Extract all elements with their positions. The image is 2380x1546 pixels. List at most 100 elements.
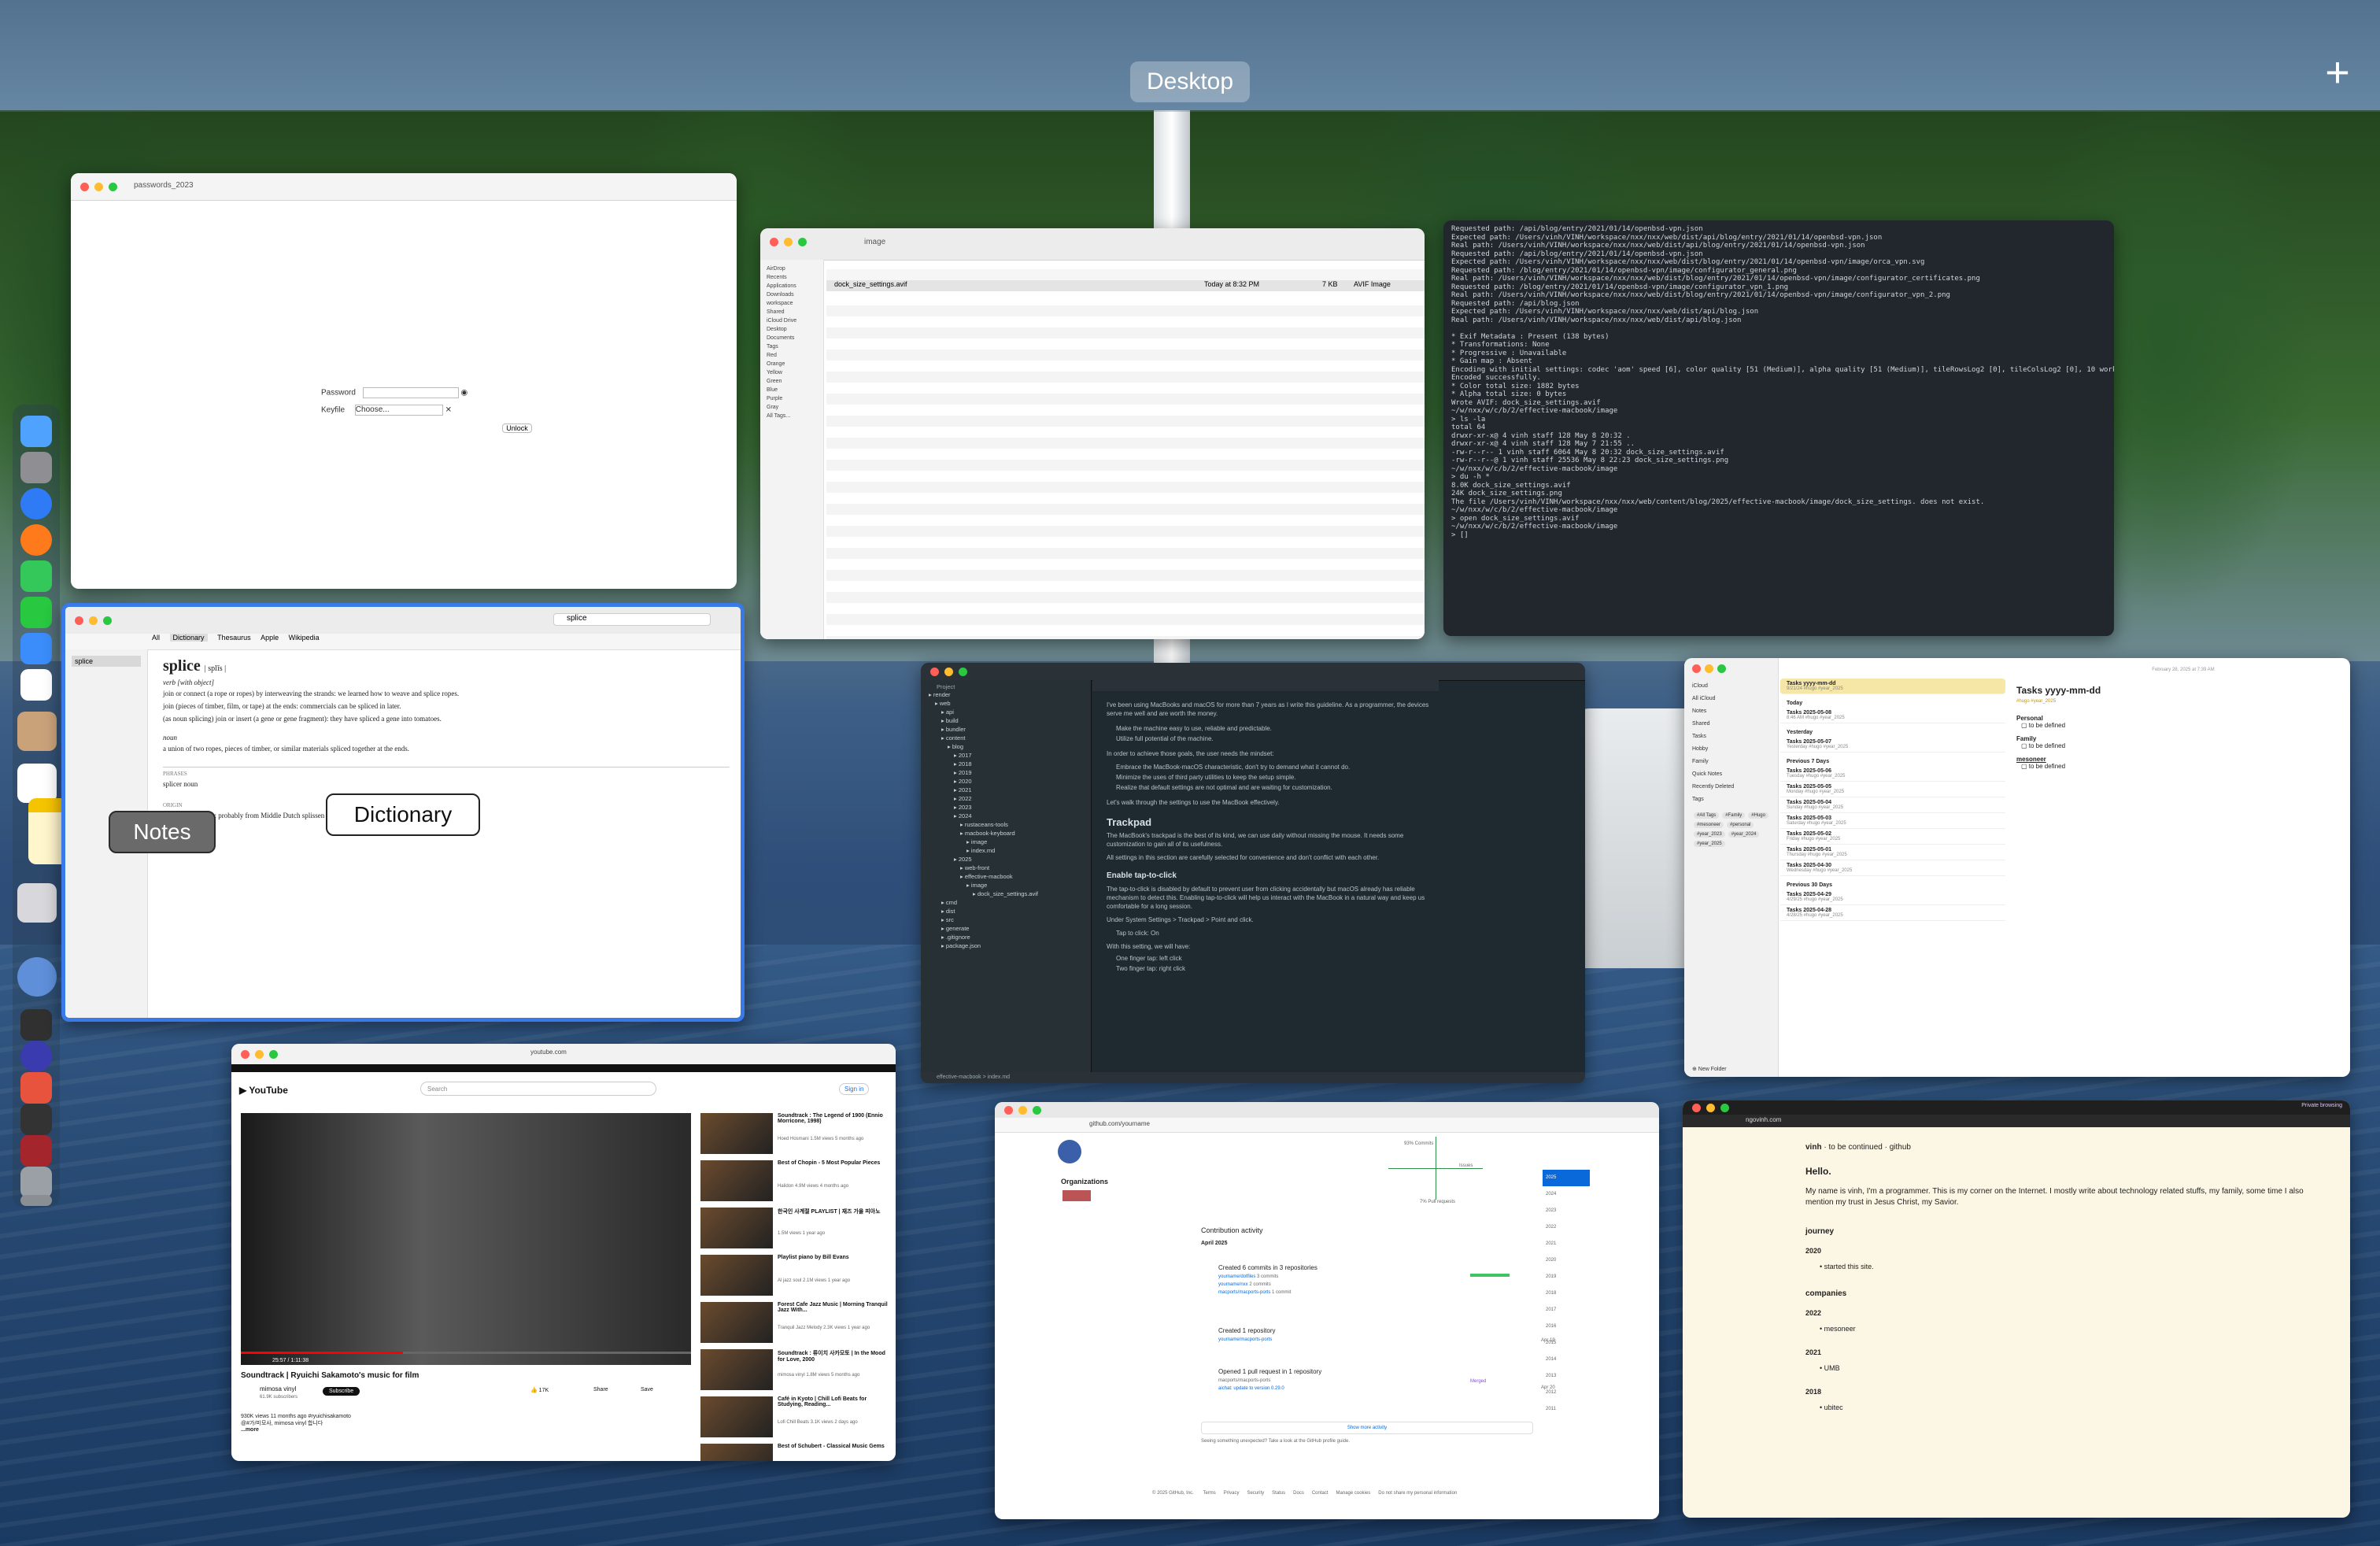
project-tree-item[interactable]: ▸ 2024 [921,812,1091,820]
recommended-thumbnail[interactable] [700,1349,773,1390]
finder-sidebar-item[interactable]: Red [760,351,823,360]
year-link[interactable]: 2017 [1543,1302,1590,1319]
notes-folder-item[interactable]: Tags [1692,793,1778,806]
minimize-button[interactable] [1706,1104,1715,1112]
reminders-icon[interactable] [17,764,57,803]
footer-link[interactable]: Security [1247,1491,1264,1496]
close-button[interactable] [930,668,939,676]
footer-link[interactable]: Privacy [1224,1491,1240,1496]
notes-app-label[interactable]: Notes [109,811,216,853]
zoom-button[interactable] [1033,1106,1041,1115]
notes-folder-item[interactable]: Hobby [1692,743,1778,756]
github-url[interactable]: github.com/yourname [1089,1120,1150,1127]
tab-apple[interactable]: Apple [261,634,279,642]
finder-sidebar-item[interactable]: Blue [760,386,823,394]
finder-sidebar-item[interactable]: Orange [760,360,823,368]
project-tree-item[interactable]: ▸ src [921,915,1091,924]
project-tree-item[interactable]: ▸ generate [921,924,1091,933]
close-button[interactable] [80,183,89,191]
unlock-button[interactable]: Unlock [502,423,532,433]
note-list-item[interactable]: Tasks 2025-04-29 4/29/25 #hugo #year_2025 [1780,890,2005,905]
recommended-thumbnail[interactable] [700,1160,773,1201]
eye-icon[interactable]: ◉ [460,389,468,398]
editor-window[interactable]: Project ▸ render ▸ web ▸ api ▸ build ▸ bundl… [921,663,1585,1083]
recommended-video[interactable]: Best of Schubert - Classical Music GemsC… [700,1444,889,1461]
passwords-window[interactable]: passwords_2023 Password ◉ Keyfile Choose… [71,173,737,589]
note-list-item[interactable]: Tasks 2025-04-28 4/28/25 #hugo #year_2025 [1780,905,2005,921]
subscribe-button[interactable]: Subscribe [323,1387,360,1396]
finder-sidebar-item[interactable]: Downloads [760,290,823,299]
messages-icon[interactable] [20,560,52,592]
note-list-item[interactable]: Tasks 2025-05-04 Sunday #hugo #year_2025 [1780,797,2005,813]
finder-sidebar-item[interactable]: Yellow [760,368,823,377]
terminal-window[interactable]: Requested path: /api/blog/entry/2021/01/… [1443,220,2114,636]
note-list-item[interactable]: Tasks 2025-05-02 Friday #hugo #year_2025 [1780,829,2005,845]
finder-sidebar-item[interactable]: All Tags... [760,412,823,420]
event-created-repo[interactable]: yourname/macports-ports [1218,1337,1565,1342]
project-tree-item[interactable]: ▸ effective-macbook [921,872,1091,881]
notes-folder-item[interactable]: Shared [1692,718,1778,730]
note-list-item[interactable]: Tasks 2025-05-03 Saturday #hugo #year_202… [1780,813,2005,829]
iphone-mirroring-icon[interactable] [17,883,57,923]
project-tree-item[interactable]: ▸ render [921,690,1091,699]
notes-tag[interactable]: #All Tags [1694,812,1720,819]
footer-link[interactable]: Status [1272,1491,1285,1496]
zoom-button[interactable] [109,183,117,191]
project-tree-item[interactable]: ▸ macbook-keyboard [921,829,1091,838]
close-button[interactable] [770,238,778,246]
project-tree-item[interactable]: ▸ .gitignore [921,933,1091,941]
notes-folder-item[interactable]: Family [1692,756,1778,768]
year-link[interactable]: 2023 [1543,1203,1590,1219]
finder-sidebar-item[interactable]: Desktop [760,325,823,334]
project-tree-item[interactable]: ▸ image [921,881,1091,890]
finder-sidebar-item[interactable]: AirDrop [760,264,823,273]
recommended-thumbnail[interactable] [700,1113,773,1154]
year-link[interactable]: 2018 [1543,1285,1590,1302]
project-tree-item[interactable]: ▸ dock_size_settings.avif [921,890,1091,898]
password-input[interactable] [362,387,459,398]
notes-tag[interactable]: #personal [1727,822,1754,828]
project-tree-item[interactable]: ▸ blog [921,742,1091,751]
recommended-thumbnail[interactable] [700,1208,773,1248]
recommended-thumbnail[interactable] [700,1444,773,1461]
sidebar-entry-splice[interactable]: splice [72,656,141,667]
show-more-activity-button[interactable]: Show more activity [1201,1422,1533,1434]
zoom-button[interactable] [1720,1104,1729,1112]
footer-link[interactable]: Manage cookies [1336,1491,1371,1496]
mail-icon[interactable] [20,633,52,664]
finder-sidebar-item[interactable]: Purple [760,394,823,403]
new-folder-button[interactable]: ⊕ New Folder [1692,1066,1727,1072]
finder-sidebar-item[interactable]: Shared [760,308,823,316]
finder-sidebar-item[interactable]: Green [760,377,823,386]
finder-sidebar-item[interactable]: workspace [760,299,823,308]
desktop-space-button[interactable]: Desktop [1130,61,1250,102]
notes-tag[interactable]: #year_2023 [1694,831,1725,838]
recommended-video[interactable]: Soundtrack : The Legend of 1900 (Ennio M… [700,1113,889,1159]
notes-tag[interactable]: #year_2025 [1694,841,1725,847]
finder-sidebar-item[interactable]: Applications [760,282,823,290]
youtube-logo[interactable]: ▶ YouTube [239,1085,288,1096]
finder-window[interactable]: image AirDrop Recents Applications Download… [760,228,1425,639]
footer-link[interactable]: Docs [1293,1491,1304,1496]
jetbrains-icon[interactable] [20,1072,52,1104]
finder-file-row[interactable]: dock_size_settings.avif Today at 8:32 PM… [826,280,1425,291]
site-url[interactable]: ngovinh.com [1746,1116,1781,1123]
notes-folder-item[interactable]: iCloud [1692,680,1778,693]
notes-folder-item[interactable]: Recently Deleted [1692,781,1778,793]
notes-folder-item[interactable]: All iCloud [1692,693,1778,705]
minimize-button[interactable] [1018,1106,1027,1115]
github-window[interactable]: github.com/yourname Organizations 93% Co… [995,1102,1659,1519]
zoom-button[interactable] [798,238,807,246]
project-tree-item[interactable]: ▸ content [921,734,1091,742]
finder-icon[interactable] [20,416,52,447]
project-tree-item[interactable]: ▸ package.json [921,941,1091,950]
minimize-button[interactable] [255,1050,264,1059]
add-space-button[interactable]: + [2314,49,2361,96]
contacts-icon[interactable] [17,712,57,751]
org-logo-icon[interactable] [1058,1140,1081,1163]
note-list-item[interactable]: Tasks 2025-05-05 Monday #hugo #year_2025 [1780,782,2005,797]
close-button[interactable] [241,1050,249,1059]
notes-tag[interactable]: #Family [1722,812,1746,819]
terminal-icon[interactable] [20,1104,52,1135]
notes-window[interactable]: iCloud All iCloud Notes Shared Tasks Hobby Fam… [1684,658,2350,1077]
